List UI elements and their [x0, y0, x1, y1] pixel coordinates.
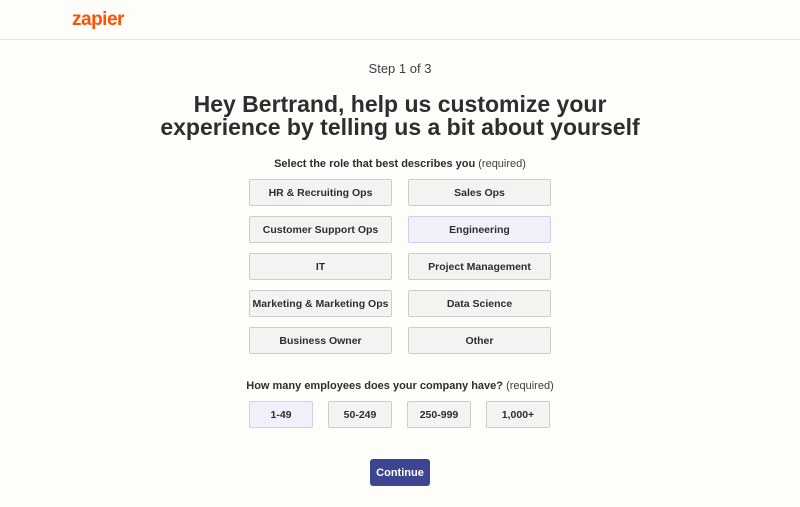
size-required-note: (required) — [506, 380, 554, 392]
size-option-250-999[interactable]: 250-999 — [407, 401, 471, 428]
company-size-options: 1-49 50-249 250-999 1,000+ — [249, 401, 551, 428]
size-question-label: How many employees does your company hav… — [0, 380, 800, 392]
role-option-business-owner[interactable]: Business Owner — [249, 327, 392, 354]
zapier-logo[interactable]: zapier — [72, 9, 124, 31]
role-option-engineering[interactable]: Engineering — [408, 216, 551, 243]
logo-text: zapier — [72, 9, 124, 30]
role-options: HR & Recruiting Ops Sales Ops Customer S… — [249, 179, 551, 354]
role-option-hr-recruiting-ops[interactable]: HR & Recruiting Ops — [249, 179, 392, 206]
role-question-label: Select the role that best describes you … — [0, 158, 800, 170]
role-question-text: Select the role that best describes you — [274, 158, 476, 170]
page-title-line-1: Hey Bertrand, help us customize your — [193, 91, 607, 117]
role-option-customer-support-ops[interactable]: Customer Support Ops — [249, 216, 392, 243]
size-option-1000-plus[interactable]: 1,000+ — [486, 401, 550, 428]
page-title-line-2: experience by telling us a bit about you… — [160, 114, 640, 140]
role-option-sales-ops[interactable]: Sales Ops — [408, 179, 551, 206]
top-bar: zapier — [0, 0, 800, 40]
role-option-other[interactable]: Other — [408, 327, 551, 354]
page-title: Hey Bertrand, help us customize your exp… — [0, 93, 800, 139]
size-question-text: How many employees does your company hav… — [246, 380, 503, 392]
role-option-marketing-ops[interactable]: Marketing & Marketing Ops — [249, 290, 392, 317]
continue-button[interactable]: Continue — [370, 459, 430, 486]
role-option-data-science[interactable]: Data Science — [408, 290, 551, 317]
role-option-it[interactable]: IT — [249, 253, 392, 280]
role-required-note: (required) — [478, 158, 526, 170]
size-option-50-249[interactable]: 50-249 — [328, 401, 392, 428]
role-option-project-management[interactable]: Project Management — [408, 253, 551, 280]
size-option-1-49[interactable]: 1-49 — [249, 401, 313, 428]
step-indicator: Step 1 of 3 — [368, 61, 432, 76]
